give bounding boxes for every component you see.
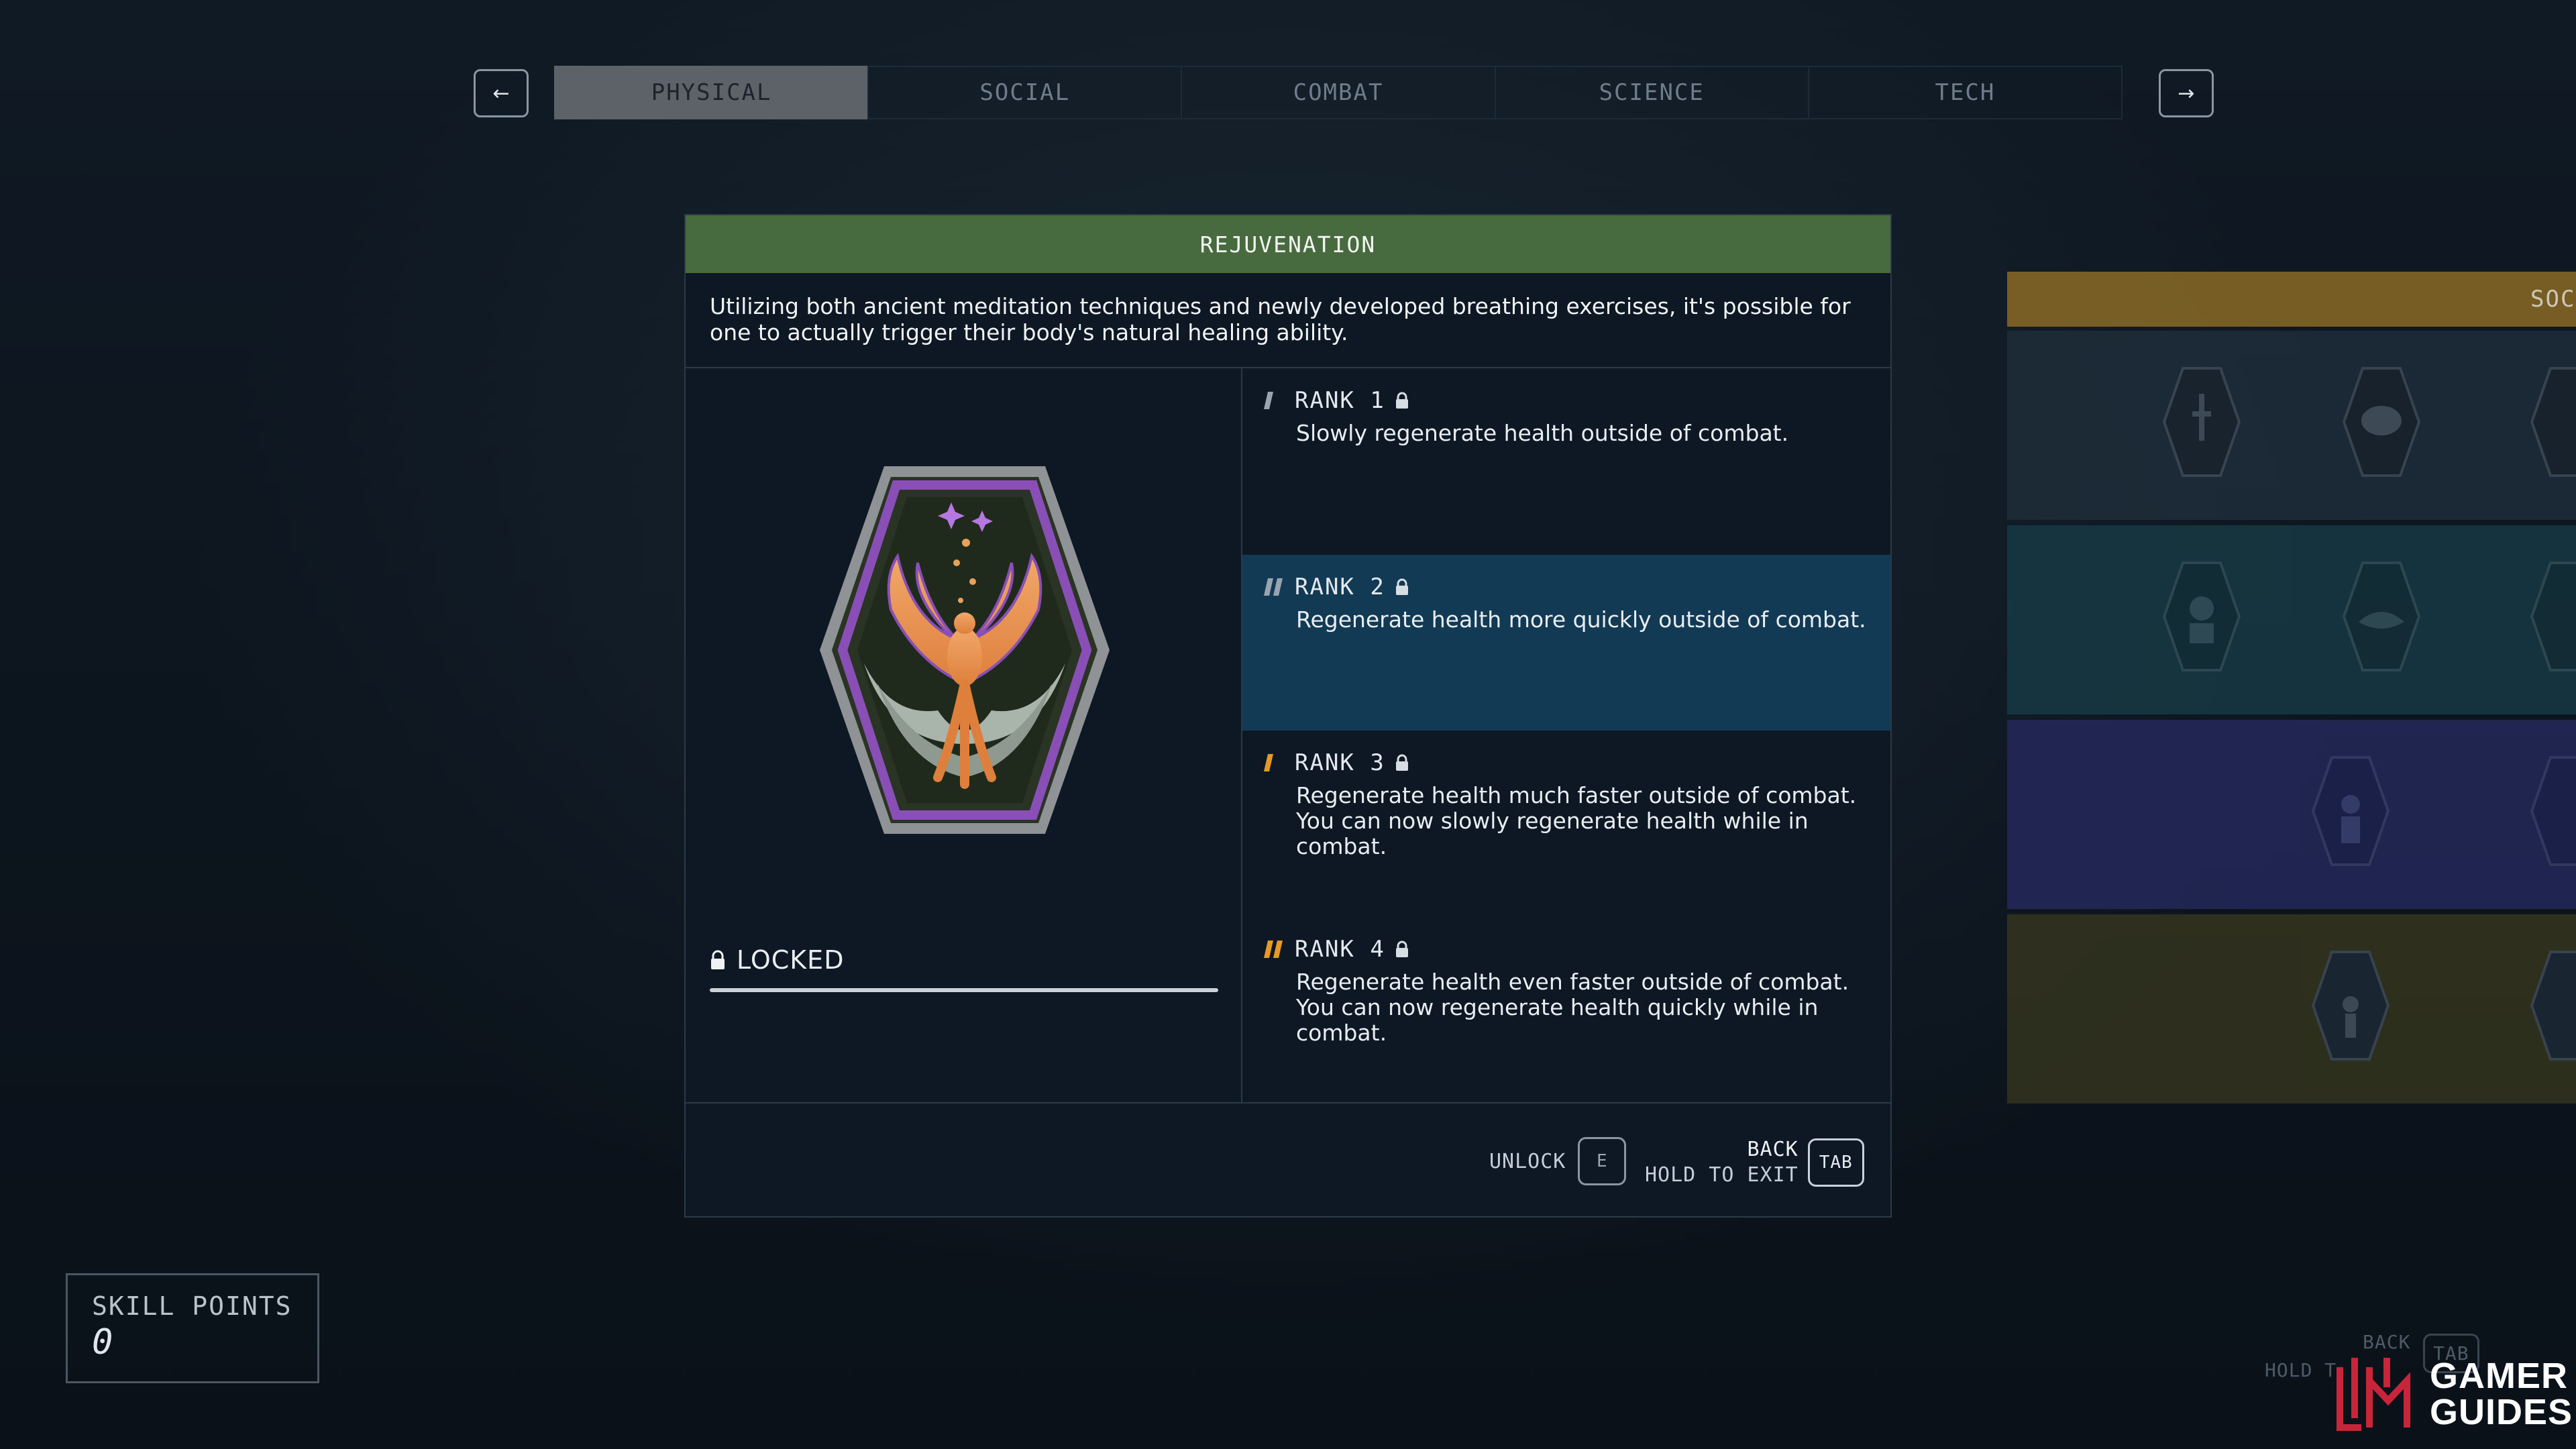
rank-description: Regenerate health even faster outside of… <box>1296 969 1849 1046</box>
rank-title: RANK 3 <box>1295 749 1385 776</box>
unlock-label: UNLOCK <box>1489 1149 1566 1173</box>
rank-description: Regenerate health much faster outside of… <box>1296 782 1857 859</box>
skill-status-label: LOCKED <box>737 945 845 975</box>
back-key[interactable]: TAB <box>1807 1138 1864 1187</box>
skill-progress-bar <box>710 988 1218 992</box>
rank-pips-icon <box>1264 941 1283 958</box>
skill-body: LOCKED RANK 1 Slowly regenerate health o… <box>686 368 1890 1104</box>
skill-hex-icon[interactable] <box>2530 951 2576 1061</box>
skill-badge-column: LOCKED <box>686 368 1242 1102</box>
skill-footer: UNLOCK E BACK HOLD TO EXIT TAB <box>686 1104 1890 1219</box>
skill-hex-icon[interactable] <box>2163 367 2241 477</box>
rank-item[interactable]: RANK 3 Regenerate health much faster out… <box>1242 731 1890 917</box>
next-category-button[interactable]: → <box>2159 69 2214 117</box>
rank-list: RANK 1 Slowly regenerate health outside … <box>1242 368 1890 1102</box>
watermark-line-1: GAMER <box>2430 1356 2568 1396</box>
skill-header: REJUVENATION <box>686 215 1890 273</box>
skill-hex-icon[interactable] <box>2312 756 2390 866</box>
rank-title: RANK 4 <box>1295 936 1385 963</box>
side-panel-title: SOCI <box>2530 286 2576 313</box>
back-label: BACK <box>1747 1138 1799 1161</box>
lock-icon <box>711 950 724 969</box>
category-tabs: PHYSICAL SOCIAL COMBAT SCIENCE TECH <box>554 66 2123 119</box>
tab-science[interactable]: SCIENCE <box>1494 66 1809 119</box>
side-panel-header: SOCI <box>2007 272 2576 327</box>
rank-pips-icon <box>1264 392 1273 409</box>
watermark-line-2: GUIDES <box>2430 1392 2573 1432</box>
rank-title: RANK 1 <box>1295 387 1385 414</box>
rank-item[interactable]: RANK 1 Slowly regenerate health outside … <box>1242 368 1890 555</box>
skill-title: REJUVENATION <box>1199 231 1377 258</box>
lock-icon <box>1395 941 1408 957</box>
hold-to-exit-label: HOLD TO EXIT <box>1645 1163 1799 1187</box>
skill-points-value: 0 <box>92 1322 113 1362</box>
lock-icon <box>1395 578 1408 595</box>
social-skill-tree-preview: SOCI <box>2007 272 2576 1105</box>
rank-pips-icon <box>1264 754 1273 771</box>
phoenix-badge-icon <box>820 466 1110 834</box>
skill-points-label: SKILL POINTS <box>92 1291 292 1321</box>
side-row-tier-3 <box>2007 720 2576 909</box>
arrow-left-icon: ← <box>492 81 510 105</box>
rank-item[interactable]: RANK 4 Regenerate health even faster out… <box>1242 917 1890 1102</box>
skill-description: Utilizing both ancient meditation techni… <box>686 273 1890 368</box>
rank-title: RANK 2 <box>1295 574 1385 600</box>
back-hint[interactable]: BACK HOLD TO EXIT TAB <box>1645 1137 1864 1188</box>
side-row-tier-1 <box>2007 331 2576 520</box>
rank-item-selected[interactable]: RANK 2 Regenerate health more quickly ou… <box>1242 555 1890 731</box>
skill-points-box: SKILL POINTS 0 <box>66 1273 319 1383</box>
side-row-tier-2 <box>2007 525 2576 714</box>
side-row-tier-4 <box>2007 914 2576 1104</box>
unlock-key[interactable]: E <box>1578 1137 1627 1185</box>
skill-hex-icon[interactable] <box>2163 561 2241 672</box>
lock-icon <box>1395 392 1408 409</box>
ghost-hold-label: HOLD T <box>2265 1359 2337 1381</box>
prev-category-button[interactable]: ← <box>474 69 529 117</box>
tab-social[interactable]: SOCIAL <box>867 66 1183 119</box>
skill-status: LOCKED <box>710 945 844 975</box>
unlock-hint[interactable]: UNLOCK E <box>1489 1137 1627 1185</box>
gamer-guides-watermark: GAMER GUIDES <box>2334 1339 2576 1449</box>
arrow-right-icon: → <box>2178 81 2195 105</box>
skill-hex-icon[interactable] <box>2530 756 2576 866</box>
tab-combat[interactable]: COMBAT <box>1181 66 1496 119</box>
tab-physical[interactable]: PHYSICAL <box>554 66 869 119</box>
rank-description: Regenerate health more quickly outside o… <box>1296 606 1866 633</box>
skill-hex-icon[interactable] <box>2343 561 2420 672</box>
skill-detail-panel: REJUVENATION Utilizing both ancient medi… <box>684 214 1892 1218</box>
rank-description: Slowly regenerate health outside of comb… <box>1296 420 1789 446</box>
lock-icon <box>1395 754 1408 771</box>
skill-hex-icon[interactable] <box>2530 561 2576 672</box>
tab-tech[interactable]: TECH <box>1807 66 2123 119</box>
rank-pips-icon <box>1264 578 1283 596</box>
skills-screen: ← PHYSICAL SOCIAL COMBAT SCIENCE TECH → … <box>0 0 2576 1449</box>
skill-hex-icon[interactable] <box>2530 367 2576 477</box>
skill-hex-icon[interactable] <box>2312 951 2390 1061</box>
gamer-guides-logo-icon <box>2337 1358 2410 1431</box>
skill-hex-icon[interactable] <box>2343 367 2420 477</box>
